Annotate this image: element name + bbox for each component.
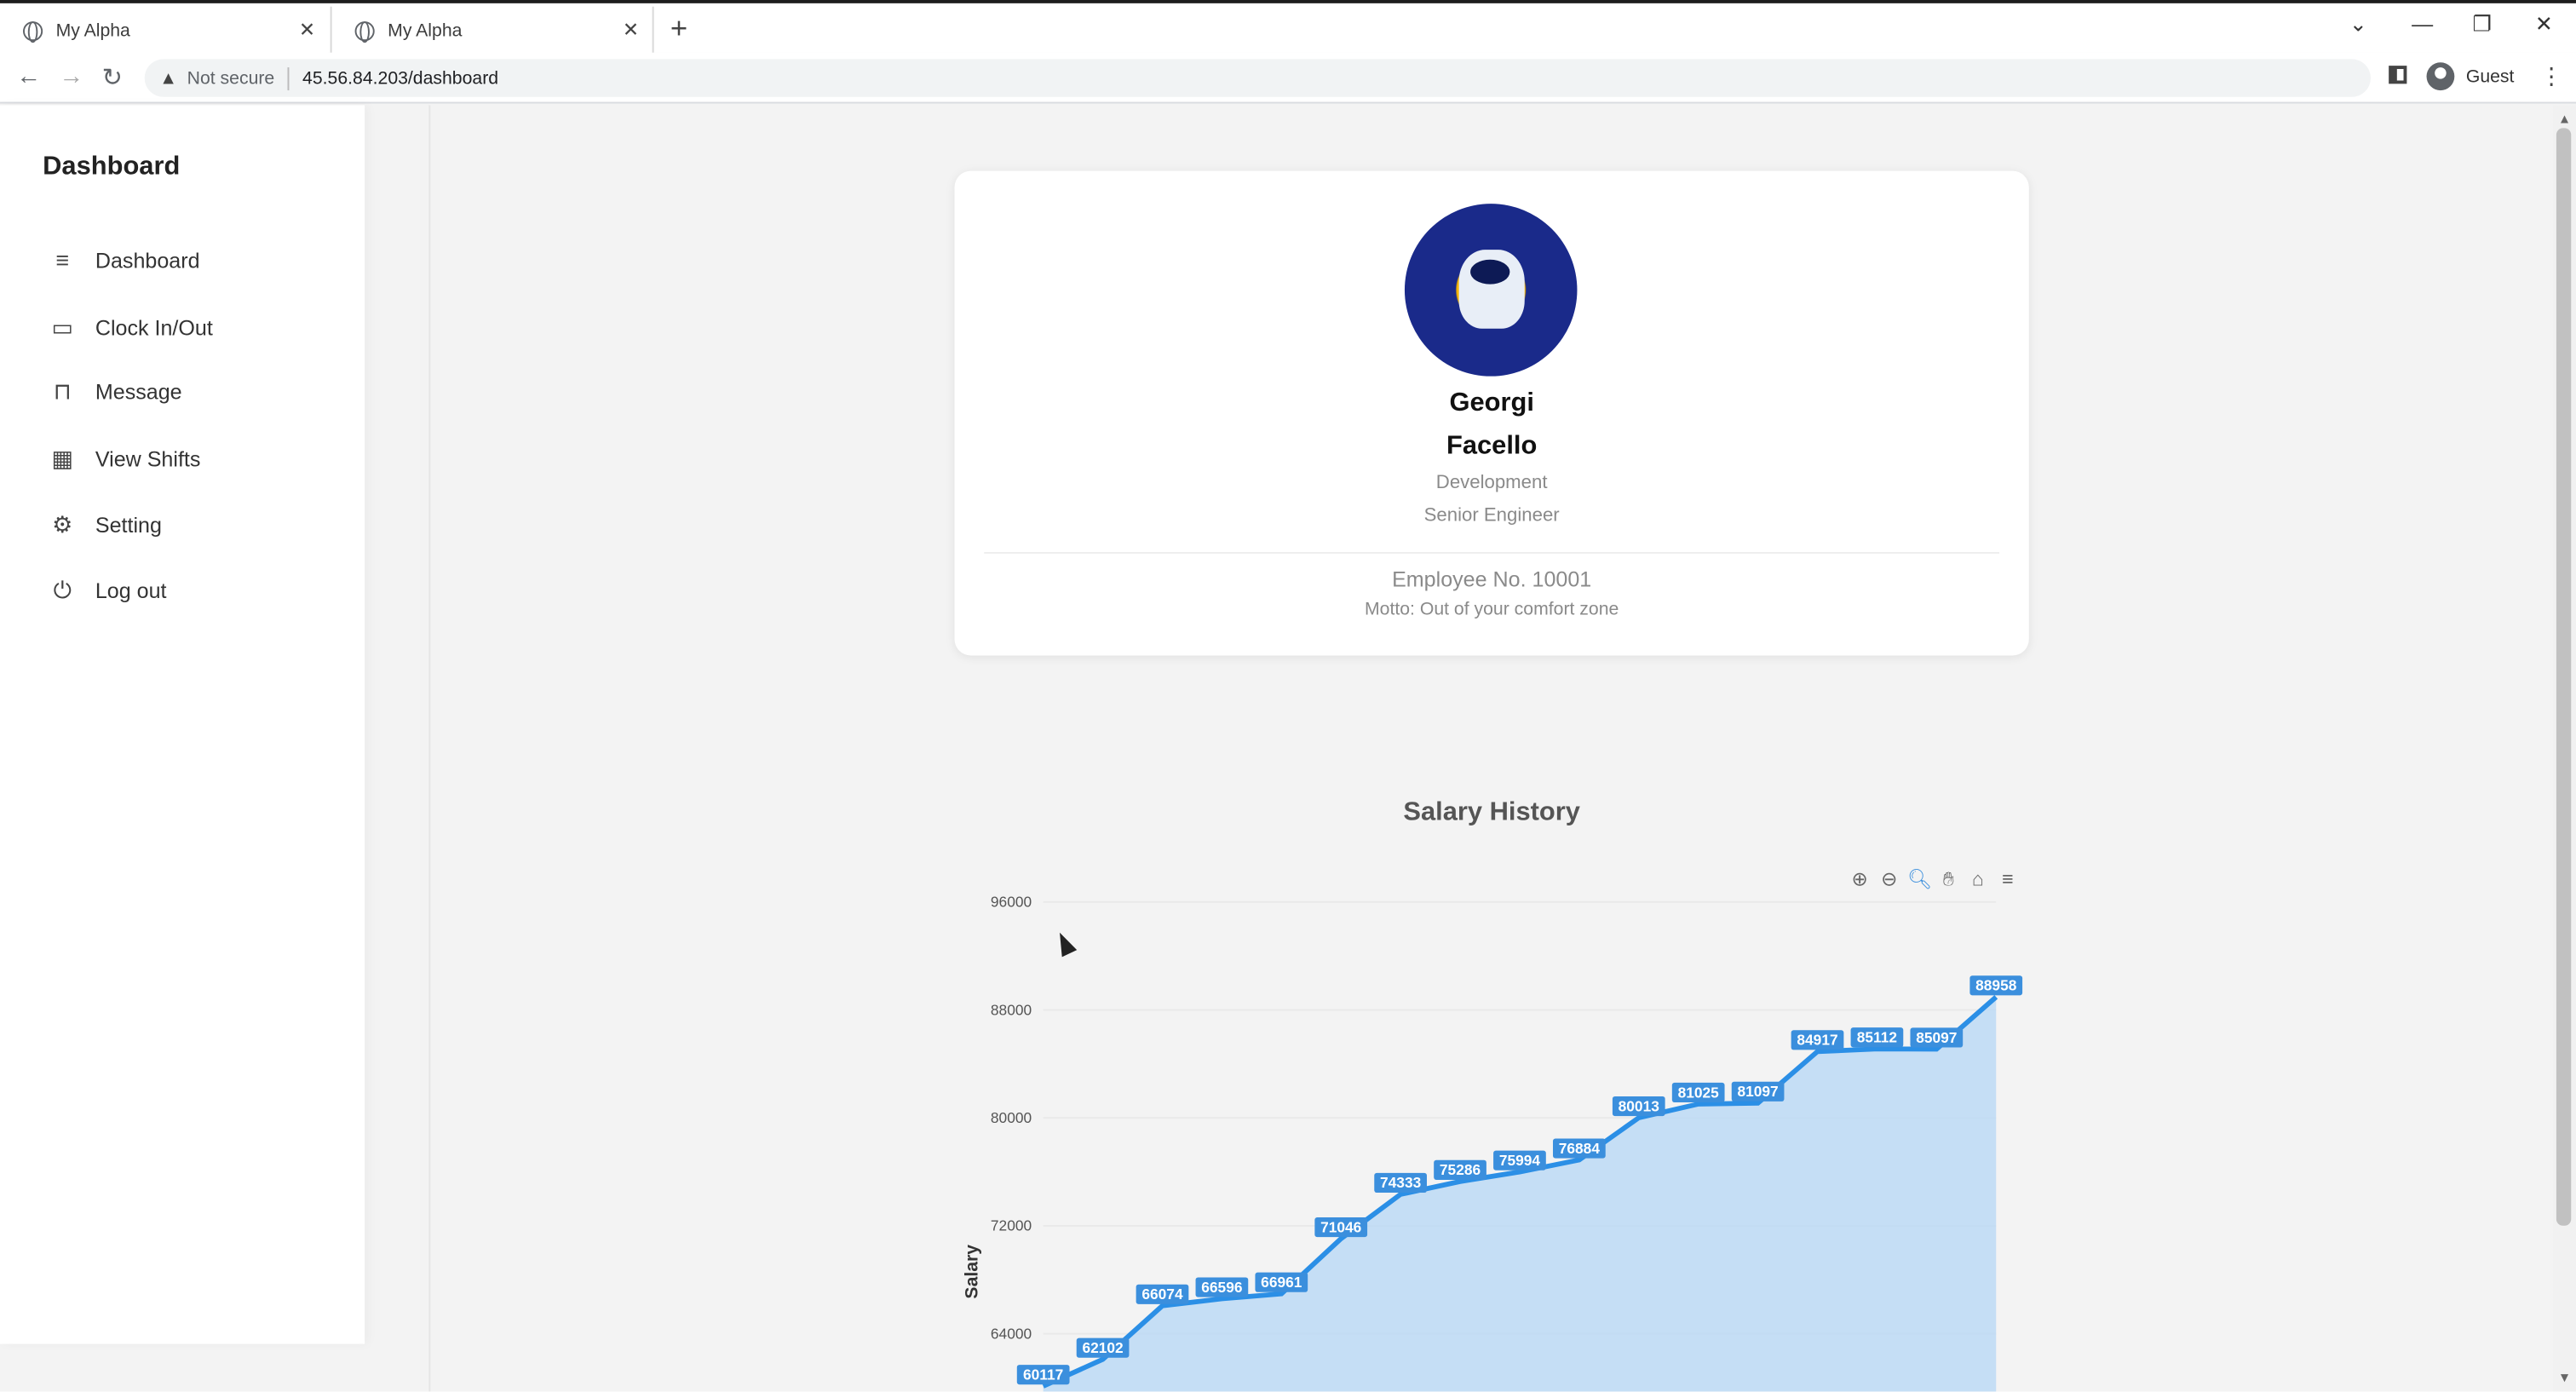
data-label: 75286 [1440, 1161, 1481, 1178]
card-divider [984, 552, 2000, 554]
sidebar-item-label: Log out [95, 578, 167, 603]
globe-icon [354, 20, 375, 43]
y-tick-label: 64000 [991, 1325, 1032, 1342]
browser-tab-active[interactable]: My Alpha ✕ [330, 6, 654, 55]
sidebar-item-message[interactable]: ⊓ Message [46, 378, 182, 406]
first-name: Georgi [1449, 389, 1534, 417]
data-label: 71046 [1320, 1218, 1362, 1235]
series-area [1043, 997, 1997, 1392]
profile-button[interactable]: Guest [2426, 62, 2515, 91]
close-tab-icon[interactable]: ✕ [623, 18, 639, 41]
profile-card: Georgi Facello Development Senior Engine… [954, 170, 2029, 656]
page-scrollbar[interactable]: ▲ ▼ [2553, 105, 2576, 1392]
data-label: 84917 [1797, 1032, 1837, 1049]
sidebar-item-label: Dashboard [95, 247, 200, 273]
data-label: 81097 [1737, 1083, 1778, 1100]
y-tick-label: 72000 [991, 1217, 1032, 1234]
y-tick-label: 80000 [991, 1109, 1032, 1126]
tab-search-icon[interactable]: ⌄ [2349, 12, 2367, 38]
sidebar-item-label: View Shifts [95, 446, 201, 472]
page-content: Dashboard ≡ Dashboard ▭ Clock In/Out ⊓ M… [0, 105, 2554, 1392]
address-bar[interactable]: ▲ Not secure 45.56.84.203/dashboard [144, 59, 2371, 97]
job-title: Senior Engineer [1423, 506, 1560, 526]
close-tab-icon[interactable]: ✕ [299, 18, 315, 41]
browser-tab[interactable]: My Alpha ✕ [0, 6, 329, 55]
sidebar: Dashboard ≡ Dashboard ▭ Clock In/Out ⊓ M… [0, 105, 365, 1344]
tab-title: My Alpha [55, 20, 130, 41]
data-label: 85112 [1857, 1029, 1897, 1046]
data-label: 88958 [1975, 977, 2017, 994]
data-label: 60117 [1023, 1366, 1063, 1383]
sidebar-item-clock[interactable]: ▭ Clock In/Out [46, 313, 213, 342]
astronaut-visor [1470, 259, 1510, 285]
department: Development [1435, 473, 1548, 493]
sidebar-item-label: Setting [95, 512, 162, 538]
reload-icon[interactable]: ↻ [102, 62, 123, 92]
avatar-icon [2426, 62, 2455, 91]
employee-number: Employee No. 10001 [1392, 567, 1592, 592]
scroll-down-icon[interactable]: ▼ [2558, 1370, 2571, 1384]
minimize-icon[interactable]: — [2412, 12, 2433, 37]
data-label: 75994 [1499, 1152, 1541, 1169]
data-label: 81025 [1678, 1084, 1720, 1101]
url-text[interactable]: 45.56.84.203/dashboard [302, 68, 498, 88]
data-label: 80013 [1619, 1097, 1660, 1114]
content-divider [428, 105, 431, 1392]
sidebar-item-setting[interactable]: ⚙ Setting [46, 511, 162, 539]
data-label: 85097 [1916, 1029, 1957, 1046]
scroll-up-icon[interactable]: ▲ [2558, 112, 2571, 126]
sidebar-item-label: Message [95, 379, 182, 405]
calendar-grid-icon: ▦ [51, 445, 74, 472]
sidebar-item-label: Clock In/Out [95, 315, 213, 341]
data-label: 74333 [1380, 1174, 1422, 1191]
sidebar-item-logout[interactable]: ⏻ Log out [46, 577, 167, 605]
warning-icon[interactable]: ▲ [159, 68, 177, 88]
y-tick-label: 96000 [991, 894, 1032, 911]
tab-title: My Alpha [388, 20, 463, 41]
inbox-icon: ⊓ [53, 377, 72, 405]
close-window-icon[interactable]: ✕ [2535, 12, 2553, 38]
back-icon[interactable]: ← [16, 62, 41, 90]
chart-title: Salary History [1403, 798, 1580, 827]
scrollbar-thumb[interactable] [2556, 128, 2572, 1226]
data-label: 66961 [1261, 1274, 1302, 1291]
data-label: 66596 [1201, 1279, 1243, 1296]
restore-icon[interactable]: ❐ [2473, 12, 2492, 38]
avatar [1404, 204, 1578, 377]
side-panel-icon[interactable] [2389, 66, 2407, 84]
power-icon: ⏻ [53, 576, 72, 603]
sidebar-title: Dashboard [43, 152, 181, 181]
calendar-icon: ▭ [51, 313, 74, 341]
gear-icon: ⚙ [52, 510, 73, 538]
forward-icon[interactable]: → [59, 62, 83, 90]
profile-label: Guest [2465, 66, 2515, 87]
y-tick-label: 88000 [991, 1001, 1032, 1018]
last-name: Facello [1446, 432, 1538, 461]
browser-toolbar: ← → ↻ ▲ Not secure 45.56.84.203/dashboar… [0, 52, 2576, 104]
new-tab-icon[interactable]: + [670, 12, 687, 47]
sidebar-item-view-shifts[interactable]: ▦ View Shifts [46, 445, 201, 474]
browser-tab-bar: My Alpha ✕ My Alpha ✕ + ⌄ — ❐ ✕ [0, 0, 2576, 55]
menu-icon: ≡ [55, 246, 70, 273]
motto: Motto: Out of your comfort zone [1365, 599, 1619, 620]
data-label: 62102 [1082, 1339, 1123, 1356]
y-axis-label: Salary [963, 1245, 982, 1299]
data-label: 76884 [1559, 1140, 1601, 1157]
globe-icon [23, 20, 43, 43]
separator [287, 66, 290, 90]
salary-chart: 64000 72000 80000 88000 96000 Salary 60117 6210… [963, 894, 2023, 1392]
sidebar-item-dashboard[interactable]: ≡ Dashboard [46, 246, 200, 273]
security-label[interactable]: Not secure [187, 68, 275, 88]
more-menu-icon[interactable]: ⋮ [2540, 62, 2563, 90]
data-label: 66074 [1141, 1286, 1183, 1303]
